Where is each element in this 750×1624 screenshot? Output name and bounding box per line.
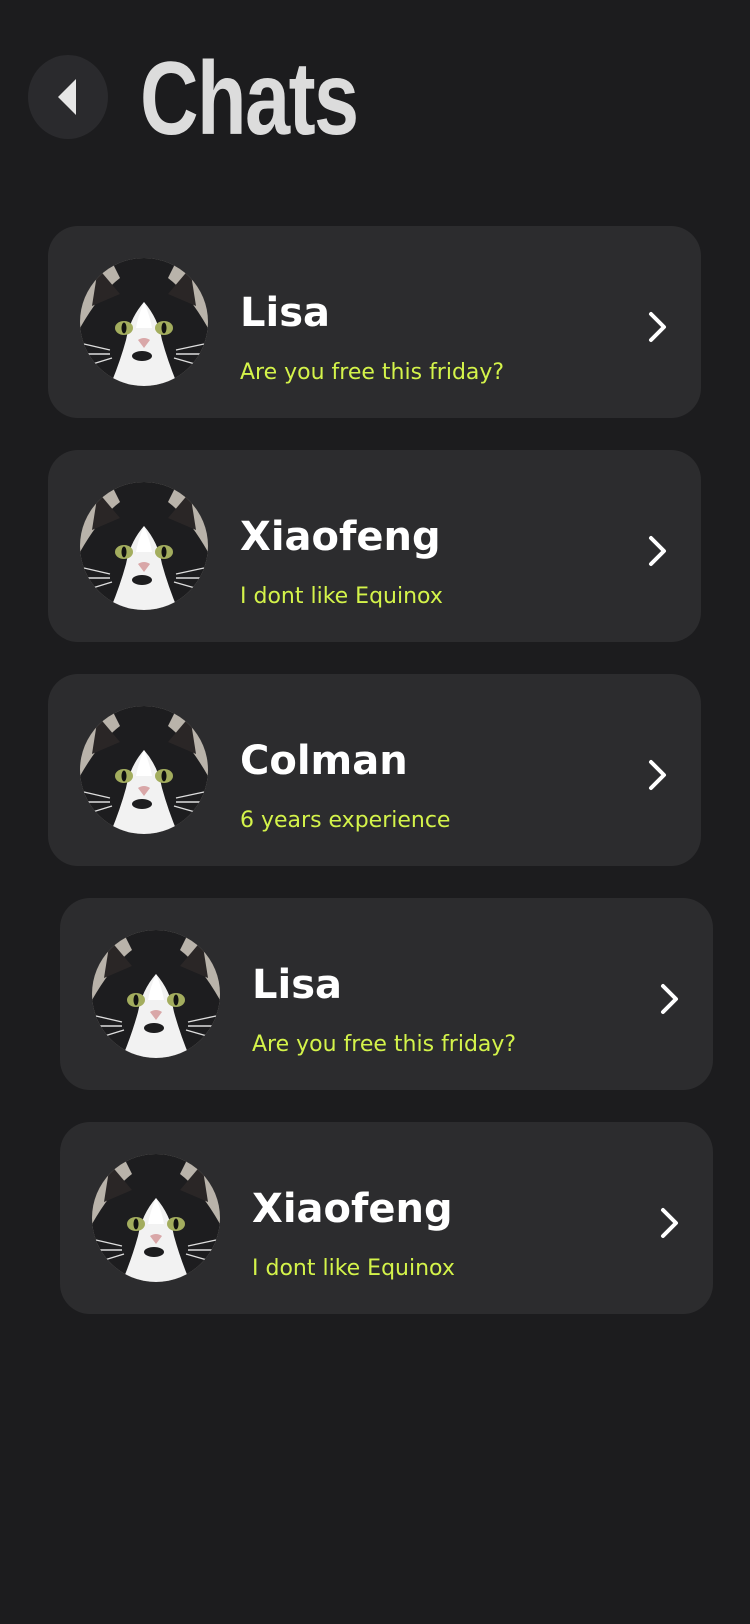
chat-item-xiaofeng[interactable]: Xiaofeng I dont like Equinox [60, 1122, 713, 1314]
chat-item-lisa[interactable]: Lisa Are you free this friday? [60, 898, 713, 1090]
avatar [80, 482, 208, 610]
chat-name: Colman [240, 738, 408, 784]
caret-left-icon [58, 79, 78, 115]
avatar [92, 930, 220, 1058]
chat-name: Lisa [252, 962, 342, 1008]
chat-name: Xiaofeng [240, 514, 441, 560]
avatar [92, 1154, 220, 1282]
page-title: Chats [140, 41, 359, 157]
avatar [80, 258, 208, 386]
chat-preview: I dont like Equinox [240, 584, 443, 609]
chevron-right-icon [658, 982, 682, 1016]
avatar [80, 706, 208, 834]
chat-preview: I dont like Equinox [252, 1256, 455, 1281]
chat-preview: Are you free this friday? [252, 1032, 517, 1057]
chevron-right-icon [658, 1206, 682, 1240]
chat-item-colman[interactable]: Colman 6 years experience [48, 674, 701, 866]
back-button[interactable] [28, 55, 108, 139]
chat-item-xiaofeng[interactable]: Xiaofeng I dont like Equinox [48, 450, 701, 642]
chat-item-lisa[interactable]: Lisa Are you free this friday? [48, 226, 701, 418]
chat-name: Lisa [240, 290, 330, 336]
chat-name: Xiaofeng [252, 1186, 453, 1232]
chat-preview: 6 years experience [240, 808, 451, 833]
chevron-right-icon [646, 534, 670, 568]
chevron-right-icon [646, 310, 670, 344]
chevron-right-icon [646, 758, 670, 792]
chat-preview: Are you free this friday? [240, 360, 505, 385]
